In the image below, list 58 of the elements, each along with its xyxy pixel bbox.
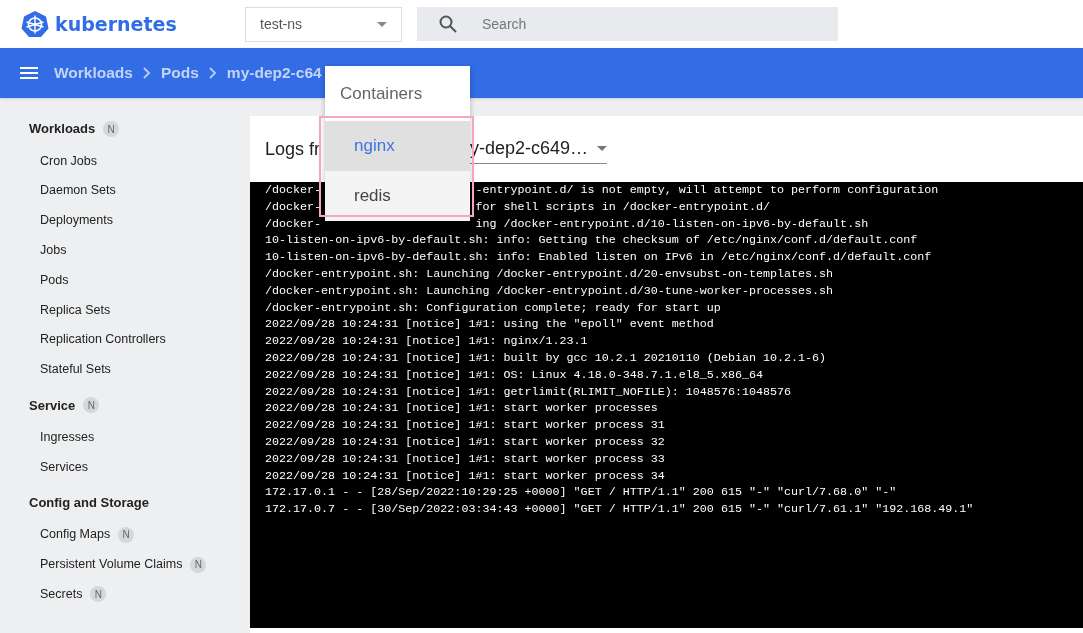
search-field[interactable]: Search (417, 7, 838, 41)
sidebar-item[interactable]: Daemon Sets (40, 181, 116, 201)
log-line: /docker-entrypoint.sh: Launching /docker-entrypoint.d/20-envsubst-on-templates.sh (265, 266, 834, 283)
chevron-icon (142, 67, 151, 79)
log-line: for shell scripts in /docker-entrypoint.d/ (475, 198, 770, 216)
sidebar-item[interactable]: Jobs (40, 240, 67, 260)
log-line: 10-listen-on-ipv6-by-default.sh: info: Enabled listen on IPv6 in /etc/nginx/conf.d/default.conf (265, 249, 932, 266)
new-badge: N (118, 526, 135, 543)
log-line: /docker- (265, 199, 322, 214)
menu-item[interactable]: redis (325, 171, 470, 221)
logs-title: Logs fr (265, 138, 321, 159)
namespace-select[interactable]: test-ns (245, 6, 402, 42)
menu-title: Containers (340, 82, 423, 105)
log-line: 2022/09/28 10:24:31 [notice] 1#1: using the "epoll" event method (265, 316, 714, 334)
sidebar-item[interactable]: Config Maps (40, 525, 111, 545)
sidebar-item[interactable]: Replica Sets (40, 300, 111, 320)
new-badge: N (190, 556, 207, 573)
sidebar-item[interactable]: Persistent Volume Claims (40, 555, 183, 575)
sidebar-item[interactable]: Ingresses (40, 427, 95, 447)
search-icon (439, 15, 457, 33)
sidebar-item[interactable]: Replication Controllers (40, 330, 166, 350)
sidebar-item[interactable]: Cron Jobs (40, 151, 97, 171)
log-line: 172.17.0.1 - - [28/Sep/2022:10:29:25 +0000] "GET / HTTP/1.1" 200 615 "-" "curl/7.68.0" "-" (265, 484, 897, 502)
log-line: 2022/09/28 10:24:31 [notice] 1#1: start worker process 31 (265, 417, 665, 434)
log-line: 2022/09/28 10:24:31 [notice] 1#1: start worker process 32 (265, 433, 665, 451)
sidebar-item[interactable]: Pods (40, 270, 69, 290)
log-line: 2022/09/28 10:24:31 [notice] 1#1: start worker processes (265, 400, 658, 418)
sidebar-section-title[interactable]: Config and Storage (29, 493, 149, 513)
caret-icon (597, 146, 607, 151)
log-line: -entrypoint.d/ is not empty, will attempt to perform configuration (475, 182, 939, 199)
log-line: 10-listen-on-ipv6-by-default.sh: info: Getting the checksum of /etc/nginx/conf.d/default.conf (265, 232, 918, 250)
sidebar-item[interactable]: Secrets (40, 585, 83, 604)
log-line: /docker-entrypoint.sh: Launching /docker-entrypoint.d/30-tune-worker-processes.sh (265, 282, 834, 300)
chevron-icon (208, 67, 217, 79)
new-badge: N (83, 397, 100, 414)
log-line: 2022/09/28 10:24:31 [notice] 1#1: start worker process 34 (265, 467, 665, 485)
log-line: /docker- (265, 183, 322, 197)
log-line: 172.17.0.7 - - [30/Sep/2022:03:34:43 +0000] "GET / HTTP/1.1" 200 615 "-" "curl/7.61.1" "192.168.49.1" (265, 501, 974, 518)
log-line: 2022/09/28 10:24:31 [notice] 1#1: getrlimit(RLIMIT_NOFILE): 1048576:1048576 (265, 383, 792, 401)
log-line: 2022/09/28 10:24:31 [notice] 1#1: start worker process 33 (265, 450, 665, 468)
log-line: 2022/09/28 10:24:31 [notice] 1#1: built by gcc 10.2.1 20210110 (Debian 10.2.1-6) (265, 349, 827, 367)
menu-icon[interactable] (20, 66, 38, 80)
new-badge: N (103, 121, 120, 137)
log-line: /docker-entrypoint.sh: Configuration complete; ready for start up (265, 299, 721, 317)
sidebar-item[interactable]: Deployments (40, 211, 113, 230)
search-input[interactable]: Search (482, 13, 816, 35)
sidebar-item[interactable]: Stateful Sets (40, 360, 111, 379)
new-badge: N (90, 586, 107, 603)
caret-icon (377, 21, 387, 27)
sidebar-section-title[interactable]: Service (29, 395, 76, 416)
brand-name: kubernetes (55, 11, 178, 37)
log-line: ing /docker-entrypoint.d/10-listen-on-ipv6-by-default.sh (475, 215, 869, 233)
log-line: 2022/09/28 10:24:31 [notice] 1#1: nginx/1.23.1 (265, 333, 588, 350)
sidebar-item[interactable]: Services (40, 457, 88, 477)
log-line: /docker- (265, 216, 322, 231)
sidebar-section-title[interactable]: Workloads (29, 119, 96, 139)
helm-wheel-logo-icon (21, 10, 49, 38)
log-line: 2022/09/28 10:24:31 [notice] 1#1: OS: Linux 4.18.0-348.7.1.el8_5.x86_64 (265, 366, 763, 384)
